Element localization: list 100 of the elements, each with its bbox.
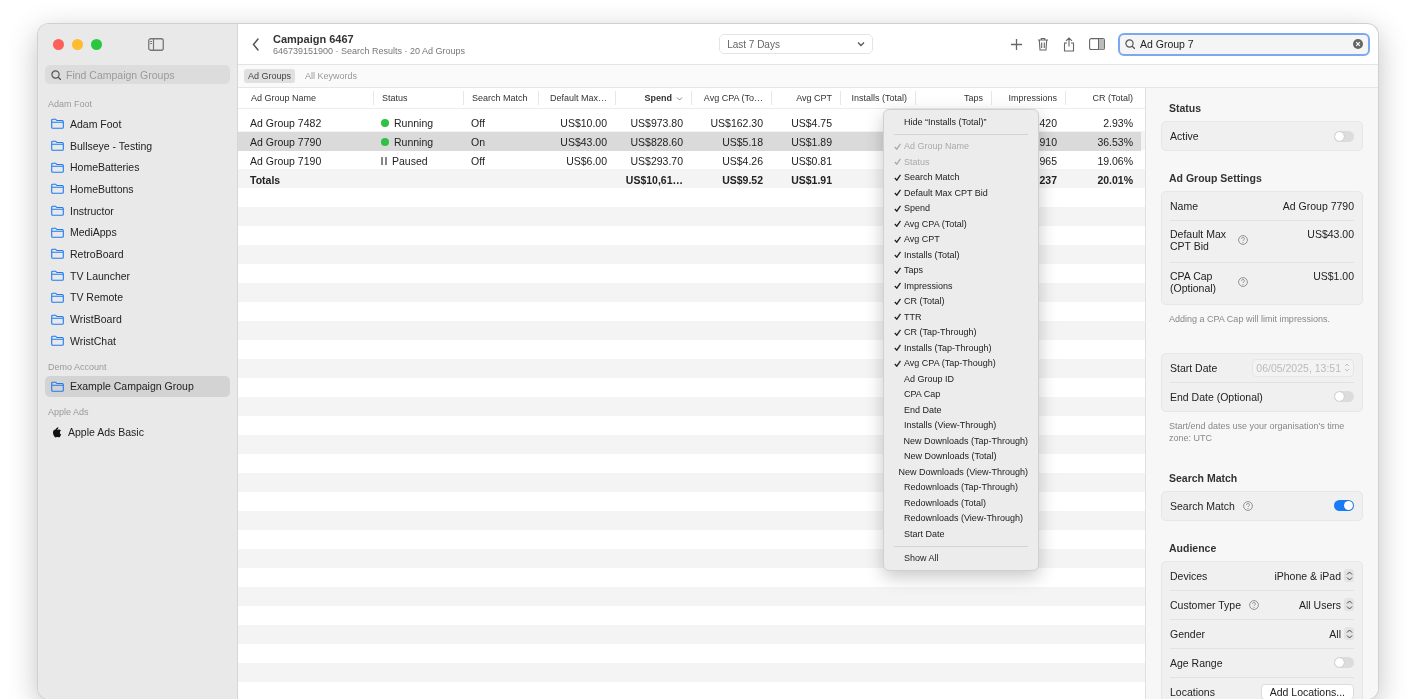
toggle-switch[interactable] (1334, 130, 1354, 142)
toggle-switch[interactable] (1334, 500, 1354, 512)
sidebar-item[interactable]: WristBoard (45, 308, 230, 330)
field-label: Age Range (1170, 656, 1223, 669)
table-cell[interactable]: Ad Group 7482 (238, 113, 373, 132)
totals-cell-text: US$10,61… (624, 172, 684, 188)
sidebar-item[interactable]: Instructor (45, 199, 230, 222)
menu-item[interactable]: Installs (Tap-Through) (888, 340, 1034, 356)
menu-item[interactable]: Redownloads (View-Through) (888, 510, 1034, 526)
column-header[interactable]: Search Match (463, 91, 538, 105)
sidebar-item[interactable]: WristChat (45, 329, 230, 352)
plus-icon[interactable] (1010, 37, 1023, 51)
menu-item[interactable]: End Date (888, 402, 1034, 418)
sidebar-item[interactable]: HomeBatteries (45, 156, 230, 179)
folder-icon (51, 118, 64, 130)
status-label: Running (394, 116, 434, 129)
sidebar-item[interactable]: MediApps (45, 221, 230, 244)
running-status-dot (381, 118, 389, 127)
field-label: End Date (Optional) (1170, 390, 1263, 403)
menu-item[interactable]: Installs (Total) (888, 247, 1034, 263)
clear-icon[interactable] (1353, 39, 1363, 49)
inspector-toggle-icon[interactable] (1089, 38, 1105, 50)
totals-cell-text: 20.01% (1096, 172, 1134, 188)
date-range-dropdown[interactable]: Last 7 Days (719, 34, 874, 54)
folder-icon (51, 335, 64, 347)
column-header[interactable]: Installs (Total) (840, 91, 915, 105)
field-label: Locations (1170, 685, 1215, 698)
menu-item[interactable]: Ad Group ID (888, 371, 1034, 387)
sidebar-item[interactable]: Example Campaign Group (45, 375, 230, 398)
status-label: Running (394, 135, 434, 148)
back-chevron-icon[interactable] (252, 37, 260, 51)
search-icon (1125, 39, 1135, 49)
menu-item[interactable]: CR (Total) (888, 293, 1034, 309)
menu-item[interactable]: CPA Cap (888, 386, 1034, 402)
sidebar-item[interactable]: HomeButtons (45, 178, 230, 200)
stepper-icon (1345, 628, 1353, 639)
sidebar-item[interactable]: Apple Ads Basic (45, 421, 230, 443)
menu-item[interactable]: CR (Tap-Through) (888, 324, 1034, 340)
menu-item[interactable]: Installs (View-Through) (888, 417, 1034, 433)
menu-item[interactable]: Avg CPT (888, 231, 1034, 247)
column-header[interactable]: Spend (615, 91, 691, 105)
tab[interactable]: Ad Groups (244, 69, 296, 83)
menu-item[interactable]: New Downloads (View-Through) (888, 464, 1034, 480)
add-locations-button[interactable]: Add Locations... (1260, 683, 1354, 699)
section-title: Search Match (1169, 471, 1239, 484)
column-header[interactable]: CR (Total) (1065, 91, 1141, 105)
menu-item[interactable]: Default Max CPT Bid (888, 185, 1034, 201)
column-header[interactable]: Status (373, 91, 463, 105)
column-header[interactable]: Avg CPT (771, 91, 840, 105)
search-icon (51, 70, 61, 80)
table-cell-text: US$162.30 (709, 115, 764, 131)
stepper-icon (1344, 363, 1350, 373)
search-field[interactable]: Find Campaign Groups (45, 65, 230, 84)
sidebar-item[interactable]: Bullseye - Testing (45, 134, 230, 157)
menu-item[interactable]: New Downloads (Tap-Through) (888, 433, 1034, 449)
search-field[interactable]: Ad Group 7 (1118, 32, 1370, 56)
popup-button[interactable]: iPhone & iPad (1274, 569, 1354, 583)
menu-item[interactable]: Taps (888, 262, 1034, 278)
field-label: CPA Cap (Optional) (1170, 270, 1218, 294)
column-header[interactable]: Default Max… (538, 91, 615, 105)
menu-item[interactable]: Search Match (888, 169, 1034, 185)
menu-item[interactable]: Redownloads (Tap-Through) (888, 479, 1034, 495)
table-cell-text: US$6.00 (565, 153, 608, 169)
column-header[interactable]: Avg CPA (To… (691, 91, 771, 105)
share-icon[interactable] (1063, 36, 1075, 52)
column-header[interactable]: Ad Group Name (238, 91, 373, 105)
menu-item[interactable]: TTR (888, 309, 1034, 325)
popup-button[interactable]: All (1329, 627, 1354, 641)
table-cell[interactable]: Ad Group 7190 (238, 151, 373, 170)
close-button[interactable] (53, 38, 64, 50)
popup-button[interactable]: All Users (1299, 598, 1354, 612)
toggle-switch[interactable] (1334, 657, 1354, 669)
menu-item[interactable]: Show All (888, 550, 1034, 566)
field-label: Search Match (1170, 499, 1235, 512)
column-header[interactable]: Impressions (991, 91, 1065, 105)
table-cell-text: US$0.81 (790, 153, 833, 169)
column-header[interactable]: Taps (915, 91, 991, 105)
menu-item[interactable]: New Downloads (Total) (888, 448, 1034, 464)
pause-icon (381, 156, 387, 165)
sidebar-toggle-icon[interactable] (148, 37, 164, 51)
sidebar-item[interactable]: TV Remote (45, 286, 230, 309)
menu-item[interactable]: Impressions (888, 278, 1034, 294)
table-cell[interactable]: Ad Group 7790 (238, 132, 373, 151)
sidebar-item[interactable]: TV Launcher (45, 264, 230, 287)
menu-item[interactable]: Start Date (888, 526, 1034, 542)
sidebar-item[interactable]: Adam Foot (45, 113, 230, 135)
folder-icon (51, 183, 64, 195)
table-cell: US$828.60 (615, 132, 691, 151)
menu-item[interactable]: Spend (888, 200, 1034, 216)
menu-item[interactable]: Hide “Installs (Total)” (888, 114, 1034, 130)
section-title: Audience (1169, 541, 1218, 554)
menu-item[interactable]: Avg CPA (Tap-Though) (888, 355, 1034, 371)
toggle-switch[interactable] (1334, 391, 1354, 403)
folder-icon (51, 313, 64, 325)
trash-icon[interactable] (1037, 37, 1049, 51)
table-cell-text: Off (470, 115, 486, 131)
help-note: Adding a CPA Cap will limit impressions. (1169, 313, 1331, 326)
sidebar-item[interactable]: RetroBoard (45, 243, 230, 265)
menu-item[interactable]: Redownloads (Total) (888, 495, 1034, 511)
menu-item[interactable]: Avg CPA (Total) (888, 216, 1034, 232)
